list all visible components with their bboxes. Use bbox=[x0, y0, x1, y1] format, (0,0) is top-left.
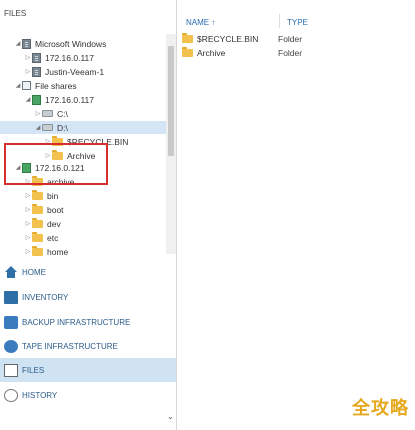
column-header-type[interactable]: TYPE bbox=[287, 18, 308, 27]
column-header-label: NAME bbox=[186, 18, 210, 27]
nav-label: HOME bbox=[22, 267, 46, 277]
server-icon bbox=[32, 66, 41, 77]
watermark: 全攻略 bbox=[352, 398, 409, 419]
sort-up-arrow-icon: ↑ bbox=[211, 18, 216, 27]
folder-icon bbox=[32, 231, 43, 242]
tree-item-label: home bbox=[47, 246, 69, 257]
nav-home[interactable]: HOME bbox=[0, 260, 176, 284]
home-icon bbox=[4, 265, 18, 279]
tree-item-home[interactable]: ▷ home bbox=[0, 245, 166, 258]
tree-item-label: etc bbox=[47, 232, 59, 243]
nav-label: INVENTORY bbox=[22, 292, 69, 302]
collapse-arrow-icon[interactable]: ▷ bbox=[24, 248, 32, 255]
collapse-arrow-icon[interactable]: ▷ bbox=[24, 220, 32, 227]
tree-scrollbar[interactable] bbox=[166, 34, 176, 254]
history-icon bbox=[4, 388, 18, 402]
expand-arrow-icon[interactable]: ◢ bbox=[14, 40, 22, 47]
nav-backup-infrastructure[interactable]: BACKUP INFRASTRUCTURE bbox=[0, 310, 176, 334]
tree-item-label: 172.16.0.117 bbox=[45, 52, 94, 63]
navigation-pane: FILES ◢ Microsoft Windows ▷ 172.16.0.117… bbox=[0, 0, 177, 430]
expand-arrow-icon[interactable]: ◢ bbox=[14, 82, 22, 89]
tree-item-label: C:\ bbox=[57, 108, 68, 119]
file-list-pane: NAME ↑ TYPE $RECYCLE.BIN Folder Archive … bbox=[177, 0, 415, 430]
file-shares-icon bbox=[22, 81, 31, 90]
nav-inventory[interactable]: INVENTORY bbox=[0, 285, 176, 309]
tree-item-microsoft-windows[interactable]: ◢ Microsoft Windows bbox=[0, 37, 166, 50]
server-icon bbox=[32, 52, 41, 63]
expand-arrow-icon[interactable]: ◢ bbox=[34, 124, 42, 131]
tape-icon bbox=[4, 339, 18, 353]
tree-item-label: Justin-Veeam-1 bbox=[45, 66, 105, 77]
collapse-arrow-icon[interactable]: ▷ bbox=[24, 54, 32, 61]
file-name: Archive bbox=[197, 48, 226, 58]
folder-icon bbox=[182, 33, 193, 43]
inventory-icon bbox=[4, 290, 18, 304]
chevron-down-icon[interactable]: ⌄ bbox=[167, 412, 174, 421]
tree-item-label: bin bbox=[47, 190, 59, 201]
folder-icon bbox=[32, 245, 43, 256]
tree-item-label: dev bbox=[47, 218, 61, 229]
nav-label: HISTORY bbox=[22, 390, 58, 400]
file-type: Folder bbox=[278, 34, 303, 44]
tree-item-label: File shares bbox=[35, 80, 77, 91]
tree-item-bin[interactable]: ▷ bin bbox=[0, 189, 166, 202]
expand-arrow-icon[interactable]: ◢ bbox=[24, 96, 32, 103]
tree-item-drive-d[interactable]: ◢ D:\ bbox=[0, 121, 166, 134]
drive-icon bbox=[42, 110, 53, 117]
tree-item-drive-c[interactable]: ▷ C:\ bbox=[0, 107, 166, 120]
tree-item-etc[interactable]: ▷ etc bbox=[0, 231, 166, 244]
column-divider[interactable] bbox=[279, 14, 280, 28]
tree-item-label: Microsoft Windows bbox=[35, 38, 107, 49]
nav-history[interactable]: HISTORY bbox=[0, 383, 176, 407]
collapse-arrow-icon[interactable]: ▷ bbox=[24, 68, 32, 75]
tree-item-file-shares[interactable]: ◢ File shares bbox=[0, 79, 166, 92]
column-header-label: TYPE bbox=[287, 18, 308, 27]
file-name: $RECYCLE.BIN bbox=[197, 34, 259, 44]
tree-item-dev[interactable]: ▷ dev bbox=[0, 217, 166, 230]
files-icon bbox=[4, 363, 18, 377]
nav-label: TAPE INFRASTRUCTURE bbox=[22, 341, 118, 351]
file-row[interactable]: Archive Folder bbox=[182, 46, 302, 60]
tree-item-172-16-0-117-host[interactable]: ▷ 172.16.0.117 bbox=[0, 51, 166, 64]
collapse-arrow-icon[interactable]: ▷ bbox=[34, 110, 42, 117]
column-header-name[interactable]: NAME ↑ bbox=[186, 18, 215, 27]
file-type: Folder bbox=[278, 48, 303, 58]
tree-item-label: D:\ bbox=[57, 122, 68, 133]
drive-icon bbox=[42, 124, 53, 131]
red-highlight-box bbox=[4, 143, 108, 185]
folder-icon bbox=[182, 47, 193, 57]
nav-files[interactable]: FILES bbox=[0, 358, 176, 382]
pane-title: FILES bbox=[4, 9, 27, 18]
nav-label: FILES bbox=[22, 365, 45, 375]
tree-item-label: 172.16.0.117 bbox=[45, 94, 94, 105]
folder-icon bbox=[32, 189, 43, 200]
nav-label: BACKUP INFRASTRUCTURE bbox=[22, 317, 131, 327]
scrollbar-thumb[interactable] bbox=[168, 46, 174, 156]
collapse-arrow-icon[interactable]: ▷ bbox=[24, 206, 32, 213]
nav-tape-infrastructure[interactable]: TAPE INFRASTRUCTURE bbox=[0, 334, 176, 358]
collapse-arrow-icon[interactable]: ▷ bbox=[24, 234, 32, 241]
folder-icon bbox=[32, 203, 43, 214]
collapse-arrow-icon[interactable]: ▷ bbox=[24, 192, 32, 199]
server-group-icon bbox=[22, 38, 31, 49]
folder-icon bbox=[32, 217, 43, 228]
tree-item-share-172-16-0-117[interactable]: ◢ 172.16.0.117 bbox=[0, 93, 166, 106]
backup-infrastructure-icon bbox=[4, 315, 18, 329]
share-server-icon bbox=[32, 94, 41, 105]
tree-item-boot[interactable]: ▷ boot bbox=[0, 203, 166, 216]
tree-item-justin-veeam-1[interactable]: ▷ Justin-Veeam-1 bbox=[0, 65, 166, 78]
file-row[interactable]: $RECYCLE.BIN Folder bbox=[182, 32, 302, 46]
tree-item-label: boot bbox=[47, 204, 64, 215]
